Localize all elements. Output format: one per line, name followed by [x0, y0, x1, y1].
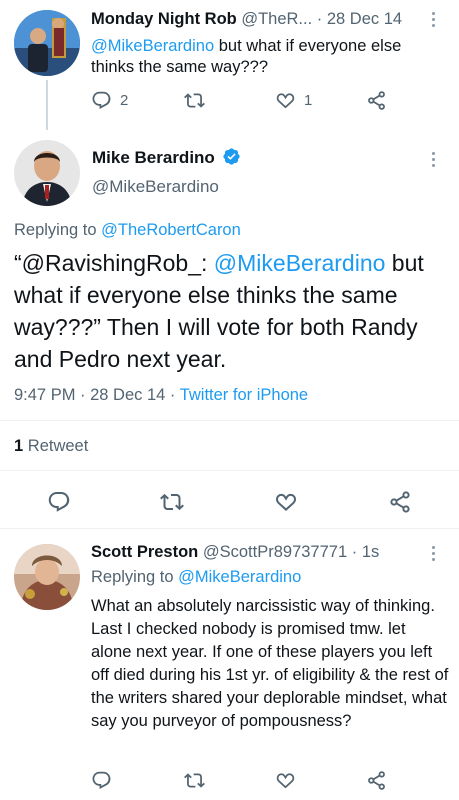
- share-button[interactable]: [388, 490, 412, 514]
- reply-icon: [47, 490, 71, 514]
- replying-to-link[interactable]: @MikeBerardino: [178, 568, 301, 586]
- mention-link[interactable]: @MikeBerardino: [214, 250, 386, 276]
- like-button[interactable]: [275, 770, 296, 791]
- retweet-icon: [184, 770, 205, 791]
- tweet-1-text: @MikeBerardino but what if everyone else…: [91, 36, 441, 78]
- thread-connector-line: [46, 80, 48, 130]
- avatar-monday-night-rob[interactable]: [14, 10, 80, 76]
- reply-icon: [91, 770, 112, 791]
- replying-to: Replying to @TheRobertCaron: [14, 221, 241, 240]
- author-name[interactable]: Scott Preston: [91, 543, 198, 561]
- avatar-photo-icon: [14, 10, 80, 76]
- heart-icon: [275, 90, 296, 111]
- author-handle[interactable]: @MikeBerardino: [92, 177, 219, 197]
- retweet-icon: [184, 90, 205, 111]
- author-name[interactable]: Monday Night Rob: [91, 10, 237, 28]
- tweet-3-text: What an absolutely narcissistic way of t…: [91, 597, 449, 730]
- share-button[interactable]: [366, 770, 387, 791]
- separator: ·: [316, 10, 323, 28]
- quote-open: “@RavishingRob_:: [14, 250, 214, 276]
- reply-count: 2: [120, 92, 129, 109]
- reply-icon: [91, 90, 112, 111]
- reply-button[interactable]: [91, 770, 112, 791]
- retweet-button[interactable]: [184, 770, 205, 791]
- like-button[interactable]: 1: [275, 90, 312, 111]
- separator: ·: [351, 543, 358, 561]
- author-handle[interactable]: @TheR...: [241, 10, 312, 28]
- heart-icon: [274, 490, 298, 514]
- more-icon[interactable]: [432, 152, 438, 167]
- tweet-source[interactable]: Twitter for iPhone: [180, 386, 308, 404]
- divider: [0, 420, 459, 421]
- tweet-3-header: Scott Preston @ScottPr89737771 · 1s: [91, 543, 436, 562]
- replying-to-label: Replying to: [14, 221, 102, 239]
- replying-to: Replying to @MikeBerardino: [91, 568, 301, 587]
- share-icon: [388, 490, 412, 514]
- replying-to-link[interactable]: @TheRobertCaron: [101, 221, 241, 239]
- retweet-stats[interactable]: 1 Retweet: [14, 437, 88, 456]
- divider: [0, 470, 459, 471]
- reply-button[interactable]: [47, 490, 71, 514]
- heart-icon: [275, 770, 296, 791]
- retweet-count: 1: [14, 437, 24, 455]
- tweet-1-header: Monday Night Rob @TheR... · 28 Dec 14: [91, 10, 431, 29]
- retweet-icon: [160, 490, 184, 514]
- retweet-label: Retweet: [23, 437, 89, 455]
- avatar-photo-icon: [14, 544, 80, 610]
- tweet-2-author: Mike Berardino: [92, 147, 241, 168]
- mention-link[interactable]: @MikeBerardino: [91, 37, 214, 55]
- author-name[interactable]: Mike Berardino: [92, 148, 215, 167]
- tweet-date[interactable]: 28 Dec 14: [327, 10, 402, 28]
- more-icon[interactable]: [432, 546, 438, 561]
- retweet-button[interactable]: [160, 490, 184, 514]
- tweet-timestamp[interactable]: 9:47 PM · 28 Dec 14 ·: [14, 386, 180, 404]
- verified-badge-icon: [222, 147, 241, 166]
- tweet-2-text: “@RavishingRob_: @MikeBerardino but what…: [14, 247, 452, 375]
- retweet-button[interactable]: [184, 90, 205, 111]
- reply-button[interactable]: 2: [91, 90, 128, 111]
- tweet-time[interactable]: 1s: [362, 543, 379, 561]
- share-icon: [366, 770, 387, 791]
- author-handle[interactable]: @ScottPr89737771: [203, 543, 347, 561]
- avatar-scott-preston[interactable]: [14, 544, 80, 610]
- tweet-meta: 9:47 PM · 28 Dec 14 · Twitter for iPhone: [14, 386, 308, 405]
- like-count: 1: [304, 92, 313, 109]
- divider: [0, 528, 459, 529]
- share-button[interactable]: [366, 90, 387, 111]
- more-icon[interactable]: [432, 12, 438, 27]
- avatar-mike-berardino[interactable]: [14, 140, 80, 206]
- like-button[interactable]: [274, 490, 298, 514]
- share-icon: [366, 90, 387, 111]
- replying-to-label: Replying to: [91, 568, 179, 586]
- avatar-photo-icon: [14, 140, 80, 206]
